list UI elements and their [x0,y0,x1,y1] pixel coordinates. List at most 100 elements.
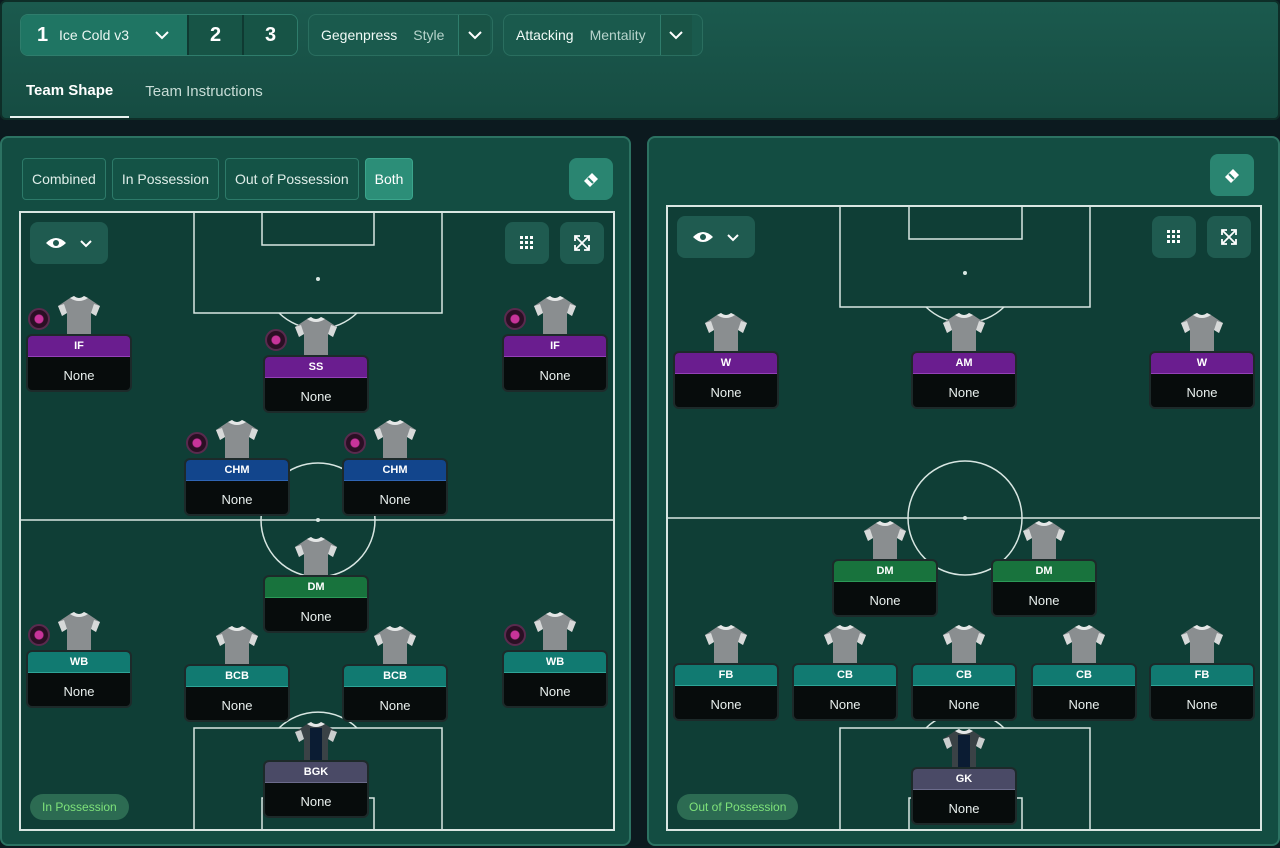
role-label: FB [675,665,777,686]
phase-label: Out of Possession [677,794,799,820]
player-slot-if[interactable]: IF None [26,296,132,394]
tactic-slot-3[interactable]: 3 [242,15,297,55]
tab-team-instructions[interactable]: Team Instructions [129,64,279,118]
player-card: GK None [911,767,1017,825]
view-combined-button[interactable]: Combined [22,158,106,200]
clear-shape-button[interactable] [569,158,613,200]
player-name: None [829,697,861,712]
player-card: CHM None [342,458,448,516]
player-slot-chm[interactable]: CHM None [184,420,290,518]
shirt-icon [58,296,100,338]
player-slot-cb[interactable]: CB None [1031,625,1137,723]
tactic-name: Ice Cold v3 [59,27,130,43]
player-slot-cb[interactable]: CB None [911,625,1017,723]
tactic-selector[interactable]: 1 Ice Cold v3 [21,15,187,55]
expand-pitch-button[interactable] [1207,216,1251,258]
view-in-possession-button[interactable]: In Possession [111,158,219,200]
shirt-icon [295,317,337,359]
shirt-icon [1181,313,1223,355]
player-name: None [948,697,980,712]
clear-shape-button[interactable] [1210,154,1254,196]
visibility-dropdown[interactable] [30,222,108,264]
tactic-slot-2[interactable]: 2 [187,15,242,55]
player-slot-wb[interactable]: WB None [502,612,608,710]
role-label: SS [265,357,367,378]
mentality-dropdown[interactable]: Attacking Mentality [503,14,703,56]
player-card: W None [1149,351,1255,409]
player-slot-w[interactable]: W None [673,313,779,411]
keeper-shirt-icon [943,729,985,771]
shirt-icon [216,626,258,668]
player-slot-dm[interactable]: DM None [991,521,1097,619]
role-label: CB [913,665,1015,686]
keeper-shirt-icon [295,722,337,764]
style-dropdown-toggle[interactable] [458,15,491,55]
player-name: None [710,697,742,712]
shirt-icon [1181,625,1223,667]
player-slot-bgk[interactable]: BGK None [263,722,369,820]
mentality-dropdown-toggle[interactable] [659,15,692,55]
role-label: W [1151,353,1253,374]
eye-icon [46,238,66,248]
player-slot-wb[interactable]: WB None [26,612,132,710]
player-slot-if[interactable]: IF None [502,296,608,394]
player-slot-dm[interactable]: DM None [263,537,369,635]
visibility-dropdown[interactable] [677,216,755,258]
style-dropdown[interactable]: Gegenpress Style [308,14,493,56]
player-slot-fb[interactable]: FB None [673,625,779,723]
role-label: W [675,353,777,374]
player-card: SS None [263,355,369,413]
player-card: BCB None [184,664,290,722]
player-name: None [300,794,332,809]
player-card: AM None [911,351,1017,409]
chevron-down-icon [80,240,92,248]
shirt-icon [534,296,576,338]
player-card: WB None [502,650,608,708]
player-slot-cb[interactable]: CB None [792,625,898,723]
player-card: IF None [26,334,132,392]
player-name: None [221,698,253,713]
trait-badge-icon [504,308,526,330]
expand-icon [574,235,590,251]
player-name: None [63,684,95,699]
view-both-button[interactable]: Both [364,158,414,200]
player-card: W None [673,351,779,409]
view-out-of-possession-button[interactable]: Out of Possession [225,158,359,200]
player-slot-am[interactable]: AM None [911,313,1017,411]
player-name: None [710,385,742,400]
eraser-icon [1225,169,1239,183]
trait-badge-icon [344,432,366,454]
grid-toggle-button[interactable] [1152,216,1196,258]
player-slot-ss[interactable]: SS None [263,317,369,415]
player-card: DM None [263,575,369,633]
expand-pitch-button[interactable] [560,222,604,264]
role-label: CHM [186,460,288,481]
tab-team-shape[interactable]: Team Shape [10,64,130,118]
player-name: None [1068,697,1100,712]
role-label: IF [28,336,130,357]
player-card: CHM None [184,458,290,516]
player-name: None [1028,593,1060,608]
role-label: DM [993,561,1095,582]
player-card: CB None [1031,663,1137,721]
grid-toggle-button[interactable] [505,222,549,264]
tactics-tabs: Team Shape Team Instructions [10,64,279,118]
view-mode-selector: Combined In Possession Out of Possession… [22,158,414,200]
player-slot-gk[interactable]: GK None [911,729,1017,827]
player-slot-fb[interactable]: FB None [1149,625,1255,723]
mentality-value: Attacking [516,27,574,43]
trait-badge-icon [504,624,526,646]
player-card: WB None [26,650,132,708]
role-label: WB [504,652,606,673]
tactic-slot-group: 1 Ice Cold v3 2 3 [20,14,298,56]
player-slot-chm[interactable]: CHM None [342,420,448,518]
player-slot-dm[interactable]: DM None [832,521,938,619]
shirt-icon [824,625,866,667]
player-slot-bcb[interactable]: BCB None [184,626,290,724]
shirt-icon [1023,521,1065,563]
player-slot-bcb[interactable]: BCB None [342,626,448,724]
role-label: CB [794,665,896,686]
player-card: BCB None [342,664,448,722]
mentality-label: Mentality [589,27,646,43]
player-slot-w[interactable]: W None [1149,313,1255,411]
